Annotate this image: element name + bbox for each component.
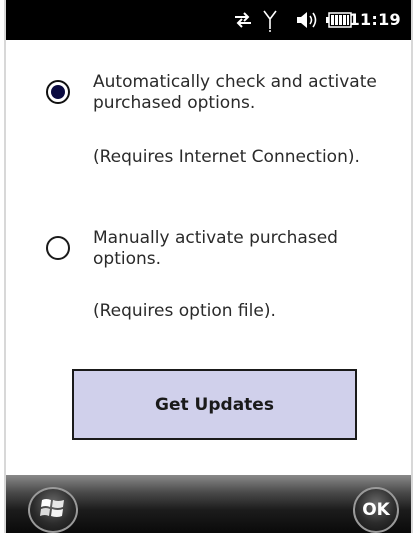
clock-time[interactable]: 11:19 bbox=[349, 0, 401, 40]
ok-button[interactable]: OK bbox=[353, 487, 399, 533]
option-manual-note: (Requires option file). bbox=[93, 301, 276, 321]
device-screen: 11:19 Automatically check and activate p… bbox=[4, 0, 413, 533]
options-panel: Automatically check and activate purchas… bbox=[6, 40, 411, 475]
speaker-volume-icon[interactable] bbox=[295, 0, 319, 40]
option-auto-note: (Requires Internet Connection). bbox=[93, 147, 360, 167]
radio-auto-activate[interactable] bbox=[46, 80, 70, 104]
option-auto-label[interactable]: Automatically check and activate purchas… bbox=[93, 72, 403, 114]
screen: 11:19 Automatically check and activate p… bbox=[0, 0, 417, 533]
radio-manual-activate[interactable] bbox=[46, 236, 70, 260]
status-bar: 11:19 bbox=[6, 0, 411, 40]
option-manual-label[interactable]: Manually activate purchased options. bbox=[93, 228, 403, 270]
radio-selected-dot bbox=[51, 85, 65, 99]
signal-antenna-icon[interactable] bbox=[261, 0, 279, 40]
start-button[interactable] bbox=[28, 487, 78, 533]
softkey-bar: OK bbox=[6, 475, 411, 533]
connectivity-arrows-icon[interactable] bbox=[232, 0, 254, 40]
get-updates-button[interactable]: Get Updates bbox=[72, 369, 357, 440]
windows-start-icon bbox=[40, 496, 66, 524]
